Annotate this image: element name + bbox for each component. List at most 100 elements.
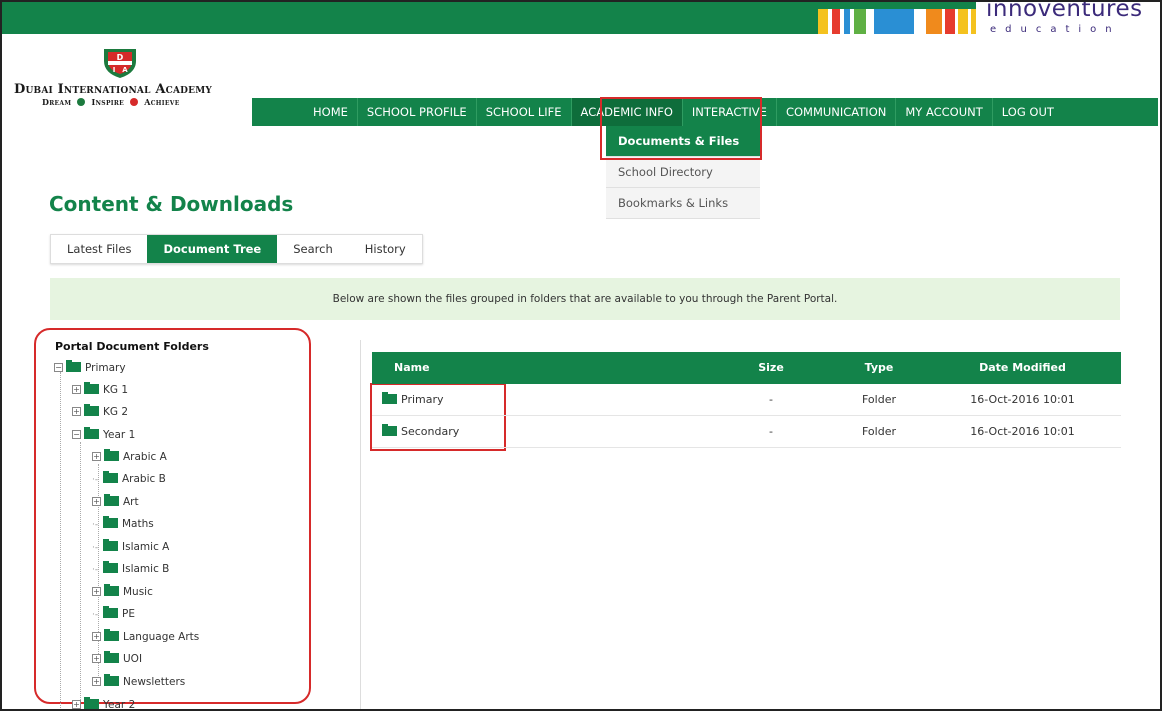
school-name: Dubai International Academy xyxy=(14,82,213,97)
tree-node-label: Newsletters xyxy=(123,676,186,688)
col-date-header[interactable]: Date Modified xyxy=(946,352,1099,384)
file-name: Secondary xyxy=(401,425,460,438)
tree-node-label: KG 2 xyxy=(103,406,129,418)
svg-text:A: A xyxy=(122,66,128,74)
table-header: Name Size Type Date Modified xyxy=(372,352,1121,384)
tree-node-language-arts[interactable]: + Language Arts xyxy=(92,627,199,647)
tree-node-label: Islamic A xyxy=(122,541,170,553)
table-row[interactable]: Primary - Folder 16-Oct-2016 10:01 xyxy=(372,384,1121,416)
tree-line xyxy=(60,372,61,709)
innoventures-logo: innoventures education xyxy=(976,2,1160,42)
tab-document-tree[interactable]: Document Tree xyxy=(147,235,278,263)
expand-icon[interactable]: + xyxy=(92,497,101,506)
leaf-icon: ·- xyxy=(92,520,99,530)
expand-icon[interactable]: + xyxy=(92,654,101,663)
folder-icon xyxy=(104,494,119,506)
expand-icon[interactable]: + xyxy=(92,587,101,596)
table-row[interactable]: Secondary - Folder 16-Oct-2016 10:01 xyxy=(372,416,1121,448)
tree-node-islamic-a[interactable]: ·- Islamic A xyxy=(92,537,169,557)
file-name-cell[interactable]: Primary xyxy=(372,384,730,415)
expand-icon[interactable]: + xyxy=(92,632,101,641)
tree-node-label: Arabic A xyxy=(123,451,167,463)
folder-icon xyxy=(84,382,99,394)
svg-text:D: D xyxy=(117,53,124,62)
col-name-header[interactable]: Name xyxy=(372,352,730,384)
tree-node-arabic-b[interactable]: ·- Arabic B xyxy=(92,469,166,489)
folder-icon xyxy=(84,697,99,709)
dot-icon xyxy=(77,98,86,106)
tree-node-label: Islamic B xyxy=(122,563,170,575)
folder-icon xyxy=(84,427,99,439)
menu-item-school-directory[interactable]: School Directory xyxy=(606,157,760,188)
tree-node-islamic-b[interactable]: ·- Islamic B xyxy=(92,559,169,579)
svg-text:I: I xyxy=(113,66,116,74)
expand-icon[interactable]: + xyxy=(92,452,101,461)
tree-node-maths[interactable]: ·- Maths xyxy=(92,514,154,534)
nav-school-profile[interactable]: SCHOOL PROFILE xyxy=(358,98,477,126)
nav-home[interactable]: HOME xyxy=(304,98,358,126)
tree-node-label: Art xyxy=(123,496,139,508)
folder-icon xyxy=(382,424,397,436)
folder-icon xyxy=(103,516,118,528)
folder-icon xyxy=(103,561,118,573)
folder-icon xyxy=(104,584,119,596)
expand-icon[interactable]: + xyxy=(72,700,81,709)
file-date: 16-Oct-2016 10:01 xyxy=(970,393,1075,406)
tree-node-label: PE xyxy=(122,608,135,620)
nav-log-out[interactable]: LOG OUT xyxy=(993,98,1063,126)
expand-icon[interactable]: + xyxy=(72,407,81,416)
tree-title: Portal Document Folders xyxy=(55,340,209,353)
tree-node-newsletters[interactable]: + Newsletters xyxy=(92,672,185,692)
content-tabs: Latest Files Document Tree Search Histor… xyxy=(50,234,423,264)
file-size: - xyxy=(769,393,773,406)
highlight-box xyxy=(600,97,762,160)
tab-history[interactable]: History xyxy=(348,235,422,263)
expand-icon[interactable]: + xyxy=(92,677,101,686)
collapse-icon[interactable]: − xyxy=(54,363,63,372)
folder-icon xyxy=(104,449,119,461)
folder-icon xyxy=(103,471,118,483)
tree-node-label: Maths xyxy=(122,518,154,530)
leaf-icon: ·- xyxy=(92,475,99,485)
folder-icon xyxy=(66,360,81,372)
tab-latest-files[interactable]: Latest Files xyxy=(51,235,148,263)
tree-node-label: Year 1 xyxy=(103,429,136,441)
col-size-header[interactable]: Size xyxy=(730,352,812,384)
file-date: 16-Oct-2016 10:01 xyxy=(970,425,1075,438)
nav-my-account[interactable]: MY ACCOUNT xyxy=(896,98,993,126)
col-type-header[interactable]: Type xyxy=(812,352,946,384)
tree-line xyxy=(80,442,81,702)
folder-icon xyxy=(382,392,397,404)
files-table: Name Size Type Date Modified Primary - F… xyxy=(372,352,1121,448)
school-crest-icon[interactable]: D I A xyxy=(102,47,138,79)
motto-word: Achieve xyxy=(144,97,180,107)
nav-communication[interactable]: COMMUNICATION xyxy=(777,98,897,126)
leaf-icon: ·- xyxy=(92,543,99,553)
folder-icon xyxy=(104,629,119,641)
tree-node-art[interactable]: + Art xyxy=(92,492,139,512)
folder-icon xyxy=(103,539,118,551)
file-name-cell[interactable]: Secondary xyxy=(372,416,730,447)
tree-node-year2[interactable]: + Year 2 xyxy=(72,695,136,711)
browser-frame: innoventures education D I A Dubai Inter… xyxy=(0,0,1162,711)
nav-school-life[interactable]: SCHOOL LIFE xyxy=(477,98,572,126)
page-title: Content & Downloads xyxy=(49,192,294,216)
tree-node-label: UOI xyxy=(123,653,143,665)
tree-node-label: Year 2 xyxy=(103,699,136,711)
file-type: Folder xyxy=(862,425,896,438)
expand-icon[interactable]: + xyxy=(72,385,81,394)
tree-node-music[interactable]: + Music xyxy=(92,582,153,602)
tree-node-kg1[interactable]: + KG 1 xyxy=(72,380,128,400)
tab-search[interactable]: Search xyxy=(277,235,349,263)
tree-node-year1[interactable]: − Year 1 xyxy=(72,425,135,445)
leaf-icon: ·- xyxy=(92,610,99,620)
collapse-icon[interactable]: − xyxy=(72,430,81,439)
folder-icon xyxy=(104,651,119,663)
tree-node-uoi[interactable]: + UOI xyxy=(92,649,142,669)
tree-node-kg2[interactable]: + KG 2 xyxy=(72,402,128,422)
tree-node-primary[interactable]: − Primary xyxy=(54,358,126,378)
tree-node-label: Music xyxy=(123,586,153,598)
tree-node-arabic-a[interactable]: + Arabic A xyxy=(92,447,167,467)
tree-node-pe[interactable]: ·- PE xyxy=(92,604,135,624)
menu-item-bookmarks-links[interactable]: Bookmarks & Links xyxy=(606,188,760,219)
